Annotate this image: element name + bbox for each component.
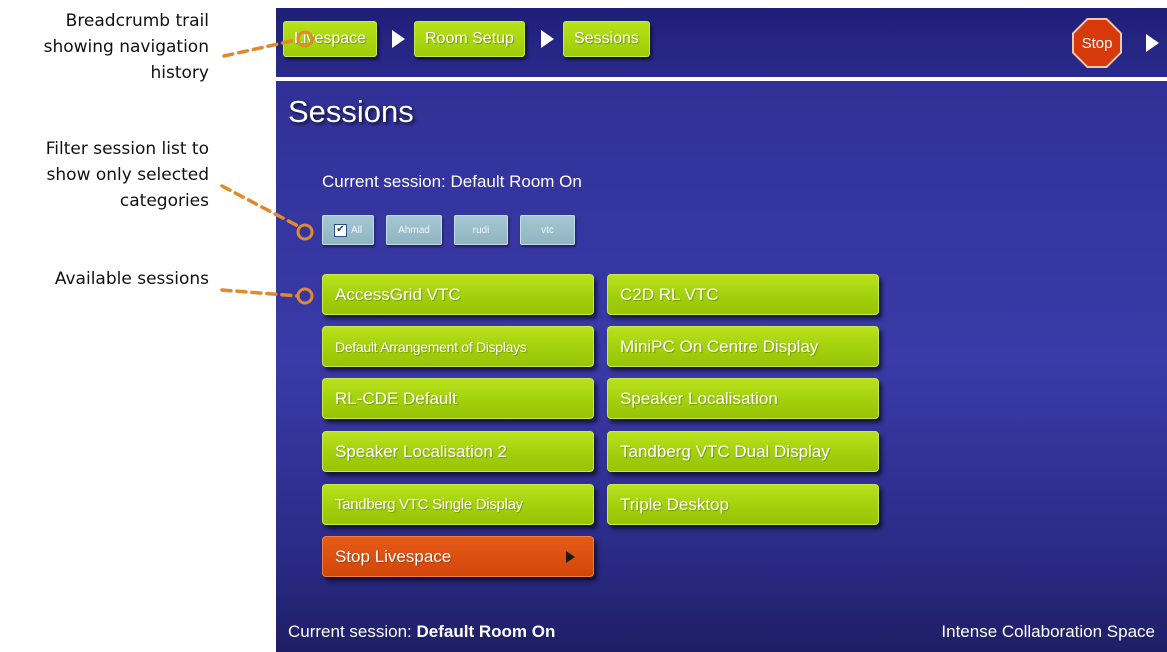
leader-circle-filter [296,223,314,241]
leader-line-sessions [220,288,300,298]
leader-circle-breadcrumb [296,30,314,48]
leader-circle-sessions [296,287,314,305]
leader-line-filter [220,184,300,228]
leader-line-breadcrumb [222,38,298,58]
annotation-leaders [220,30,314,305]
